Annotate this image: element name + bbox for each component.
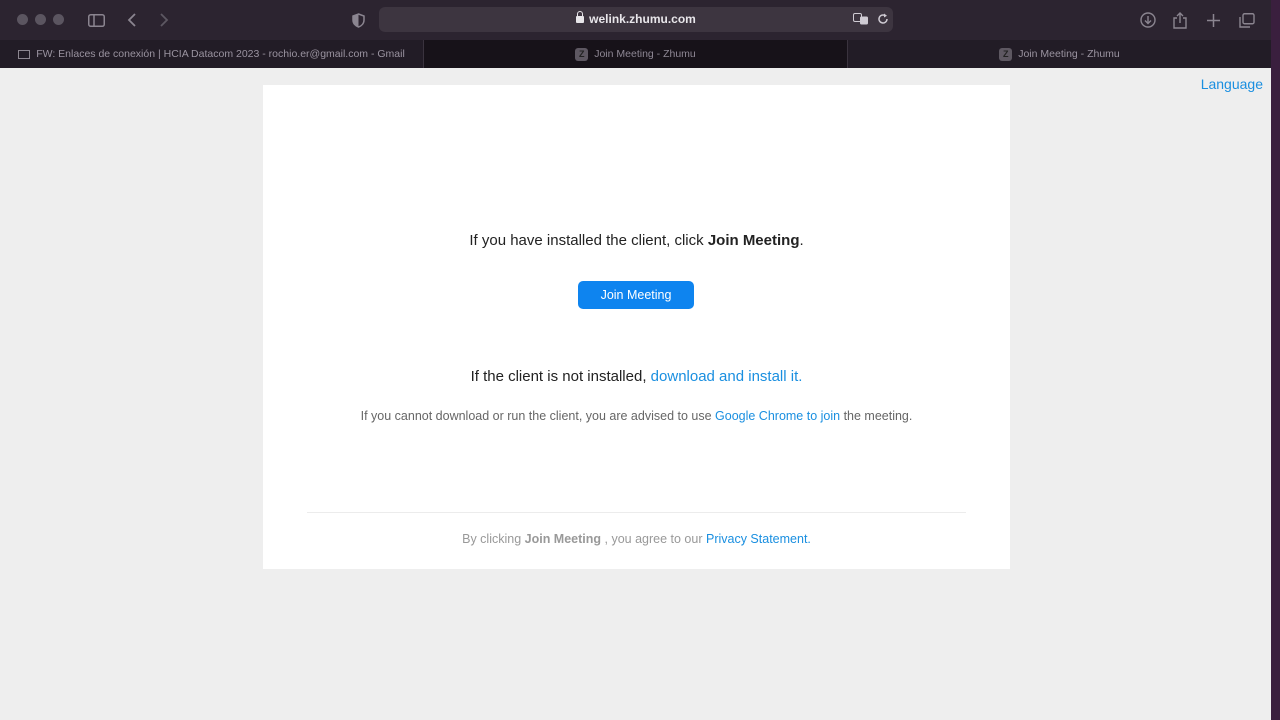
share-icon[interactable] [1170, 10, 1190, 30]
tab-gmail[interactable]: FW: Enlaces de conexión | HCIA Datacom 2… [0, 40, 424, 68]
footer-bold: Join Meeting [524, 532, 602, 546]
address-url: welink.zhumu.com [379, 11, 893, 26]
instruction-text: If you have installed the client, click [469, 232, 708, 249]
close-window-button[interactable] [17, 14, 28, 25]
tab-join-meeting-active[interactable]: Z Join Meeting - Zhumu [424, 40, 848, 68]
privacy-shield-icon[interactable] [348, 10, 368, 30]
chrome-advice: If you cannot download or run the client… [263, 409, 1010, 423]
desktop-edge [1271, 0, 1280, 720]
not-installed-instruction: If the client is not installed, download… [263, 368, 1010, 385]
minimize-window-button[interactable] [35, 14, 46, 25]
join-meeting-button[interactable]: Join Meeting [578, 281, 694, 309]
browser-toolbar: welink.zhumu.com [0, 0, 1271, 40]
translate-icon[interactable] [851, 9, 871, 29]
language-link[interactable]: Language [1201, 76, 1263, 92]
zhumu-favicon-icon: Z [575, 47, 589, 61]
divider [307, 512, 966, 513]
zoom-window-button[interactable] [53, 14, 64, 25]
google-chrome-join-link[interactable]: Google Chrome to join [715, 409, 840, 423]
lock-icon [576, 11, 585, 23]
instruction-bold: Join Meeting [707, 232, 800, 249]
tab-join-meeting[interactable]: Z Join Meeting - Zhumu [848, 40, 1271, 68]
address-bar[interactable]: welink.zhumu.com [379, 7, 893, 32]
tab-title: Join Meeting - Zhumu [1018, 48, 1120, 60]
instruction-period: . [799, 232, 804, 249]
footer-text-mid: , you agree to our [601, 532, 706, 546]
back-icon[interactable] [122, 10, 142, 30]
privacy-statement-link[interactable]: Privacy Statement. [706, 532, 811, 546]
footer-text: By clicking [462, 532, 525, 546]
sidebar-toggle-icon[interactable] [86, 10, 106, 30]
tab-bar: FW: Enlaces de conexión | HCIA Datacom 2… [0, 40, 1271, 68]
advice-text: If you cannot download or run the client… [360, 409, 716, 423]
new-tab-icon[interactable] [1203, 10, 1223, 30]
downloads-icon[interactable] [1138, 10, 1158, 30]
tab-title: FW: Enlaces de conexión | HCIA Datacom 2… [36, 48, 405, 60]
privacy-footer: By clicking Join Meeting , you agree to … [263, 532, 1010, 546]
reload-icon[interactable] [873, 9, 893, 29]
installed-instruction: If you have installed the client, click … [263, 232, 1010, 249]
download-install-link[interactable]: download and install it. [651, 368, 803, 385]
zhumu-favicon-icon: Z [999, 47, 1013, 61]
page-content: Language If you have installed the clien… [0, 68, 1271, 720]
instruction-text: If the client is not installed, [470, 368, 651, 385]
join-meeting-card: If you have installed the client, click … [263, 85, 1010, 569]
gmail-icon [18, 49, 31, 59]
forward-icon[interactable] [154, 10, 174, 30]
tab-overview-icon[interactable] [1237, 10, 1257, 30]
tab-title: Join Meeting - Zhumu [594, 48, 696, 60]
advice-text-end: the meeting. [840, 409, 913, 423]
